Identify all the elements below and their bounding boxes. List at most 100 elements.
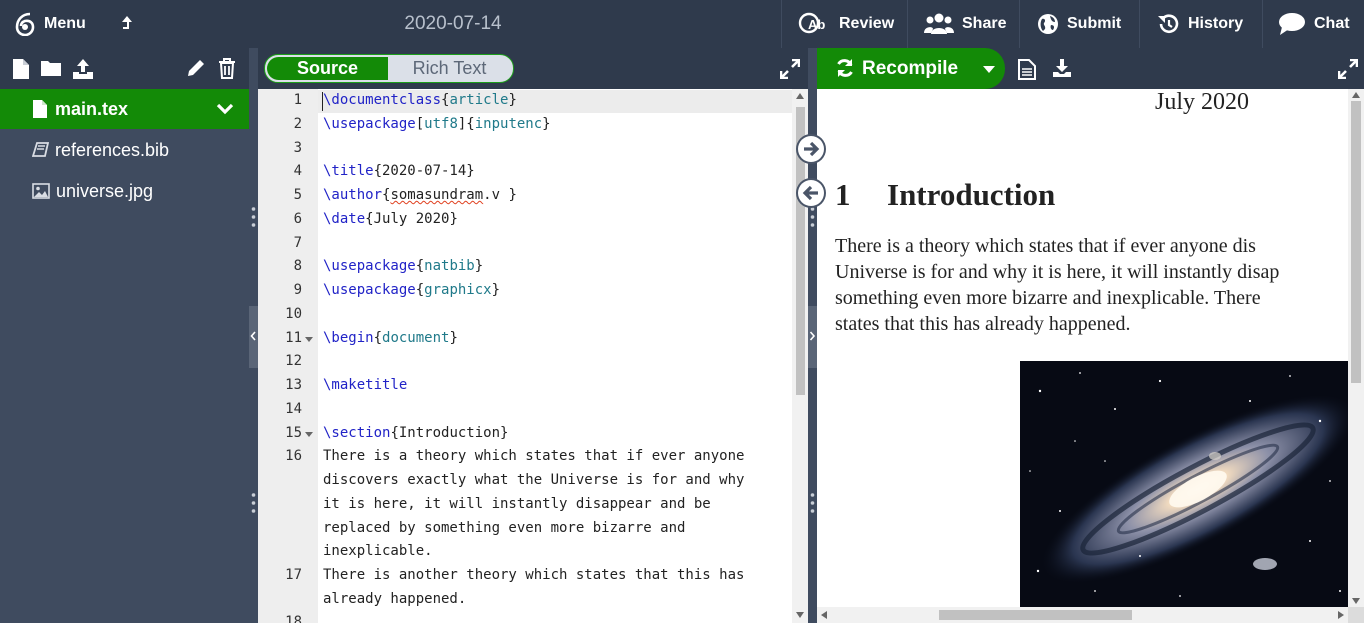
review-button[interactable]: Ab Review (797, 0, 894, 48)
delete-trash-icon[interactable] (218, 58, 236, 79)
rich-text-mode-button[interactable]: Rich Text (388, 57, 511, 80)
line-number: 3 (293, 140, 302, 156)
code-line: \date{July 2020} (323, 211, 458, 227)
code-line: \maketitle (323, 377, 408, 393)
pdf-vertical-scroll-thumb[interactable] (1351, 101, 1361, 383)
expand-pdf-icon[interactable] (1338, 59, 1358, 79)
line-number: 16 (285, 448, 302, 464)
refresh-icon (835, 58, 855, 78)
fold-arrow-icon[interactable] (305, 337, 313, 342)
file-tree: main.tex references.bib universe.jpg (0, 48, 249, 623)
code-line: discovers exactly what the Universe is f… (323, 472, 745, 488)
pdf-date: July 2020 (1155, 89, 1250, 115)
line-number: 13 (285, 377, 302, 393)
code-line: inexplicable. (323, 543, 433, 559)
scroll-corner (1348, 607, 1364, 623)
line-number: 10 (285, 306, 302, 322)
svg-text:Ab: Ab (808, 17, 825, 32)
spellcheck-error: somasundram (390, 187, 484, 203)
recompile-label: Recompile (862, 58, 959, 79)
expand-editor-icon[interactable] (780, 59, 800, 79)
sync-to-pdf-button[interactable] (796, 134, 826, 164)
line-number: 9 (293, 282, 302, 298)
top-bar: Menu 2020-07-14 Ab Review Share Submit H… (0, 0, 1364, 48)
line-number: 18 (285, 614, 302, 623)
pdf-horizontal-scroll-thumb[interactable] (939, 610, 1132, 620)
file-toolbar (0, 48, 249, 89)
line-number: 15 (285, 425, 302, 441)
code-editor[interactable]: 1 2 3 4 5 6 7 8 9 10 11 12 13 14 15 16 1… (258, 89, 808, 623)
code-line: \usepackage{graphicx} (323, 282, 501, 298)
line-number: 17 (285, 567, 302, 583)
code-line: \section{Introduction} (323, 425, 509, 441)
line-number: 7 (293, 235, 302, 251)
pdf-horizontal-scrollbar[interactable] (817, 607, 1348, 623)
sync-to-code-button[interactable] (796, 178, 826, 208)
pdf-section-number: 1 (835, 177, 851, 212)
share-label: Share (962, 15, 1007, 32)
review-label: Review (839, 15, 895, 32)
pdf-paragraph-line: states that this has already happened. (835, 313, 1131, 335)
history-label: History (1188, 15, 1244, 32)
left-pane-resizer[interactable] (249, 48, 258, 623)
new-folder-icon[interactable] (40, 58, 62, 78)
line-number: 2 (293, 116, 302, 132)
pdf-page: July 2020 1 Introduction There is a theo… (817, 89, 1348, 607)
code-line: \title{2020-07-14} (323, 163, 475, 179)
new-file-icon[interactable] (12, 58, 30, 80)
line-number: 6 (293, 211, 302, 227)
history-button[interactable]: History (1156, 0, 1243, 48)
review-icon: Ab (797, 12, 831, 36)
file-item-universe-jpg[interactable]: universe.jpg (0, 171, 249, 211)
source-mode-button[interactable]: Source (267, 57, 388, 80)
code-line: replaced by something even more bizarre … (323, 520, 686, 536)
book-icon (32, 142, 49, 158)
pdf-paragraph-line: something even more bizarre and inexplic… (835, 287, 1261, 309)
history-icon (1156, 13, 1180, 35)
upload-icon[interactable] (72, 58, 94, 80)
chat-button[interactable]: Chat (1278, 0, 1350, 48)
recompile-button[interactable]: Recompile (817, 48, 1005, 89)
submit-label: Submit (1067, 15, 1122, 32)
line-number: 14 (285, 401, 302, 417)
code-line: There is a theory which states that if e… (323, 448, 745, 464)
code-line: \usepackage{natbib} (323, 258, 484, 274)
line-number: 8 (293, 258, 302, 274)
users-icon (924, 12, 954, 36)
submit-button[interactable]: Submit (1037, 0, 1121, 48)
pdf-toolbar: Recompile (817, 48, 1364, 89)
pdf-vertical-scrollbar[interactable] (1348, 89, 1364, 607)
rename-pencil-icon[interactable] (186, 58, 206, 78)
line-number: 12 (285, 353, 302, 369)
editor-scrollbar[interactable] (792, 89, 808, 623)
code-line: \author{somasundram.v } (323, 187, 517, 203)
fold-arrow-icon[interactable] (305, 432, 313, 437)
file-item-references-bib[interactable]: references.bib (0, 130, 249, 170)
chat-bubble-icon (1278, 12, 1306, 36)
line-number: 5 (293, 187, 302, 203)
logs-file-icon[interactable] (1018, 59, 1036, 80)
code-line: it is here, it will instantly disappear … (323, 496, 711, 512)
pdf-paragraph-line: There is a theory which states that if e… (835, 235, 1256, 257)
editor-mode-toggle: Source Rich Text (264, 54, 514, 83)
line-number: 11 (285, 330, 302, 346)
pdf-viewer[interactable]: July 2020 1 Introduction There is a theo… (817, 89, 1364, 623)
line-number: 1 (293, 92, 302, 108)
code-line: \begin{document} (323, 330, 458, 346)
share-button[interactable]: Share (924, 0, 1006, 48)
file-name: universe.jpg (56, 180, 154, 201)
project-title[interactable]: 2020-07-14 (0, 0, 906, 48)
chat-label: Chat (1314, 15, 1350, 32)
line-number: 4 (293, 163, 302, 179)
file-icon (32, 99, 48, 119)
file-name: main.tex (55, 98, 129, 119)
image-icon (32, 183, 50, 199)
galaxy-image (1020, 361, 1348, 607)
caret-down-icon[interactable] (983, 66, 995, 73)
code-line: There is another theory which states tha… (323, 567, 745, 583)
chevron-down-icon[interactable] (216, 103, 234, 115)
code-line: \documentclass{article} (323, 92, 517, 108)
file-name: references.bib (55, 139, 170, 160)
download-pdf-icon[interactable] (1052, 58, 1072, 78)
file-item-main-tex[interactable]: main.tex (0, 89, 249, 129)
